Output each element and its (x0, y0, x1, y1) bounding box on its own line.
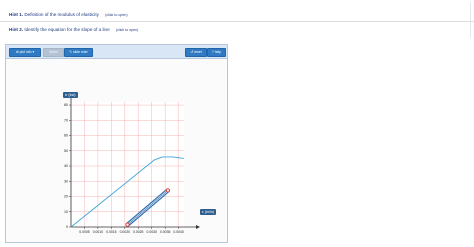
y-tick-label: 40 (64, 164, 68, 168)
y-tick-label: 0 (66, 225, 68, 229)
ruler-start-handle (125, 222, 130, 227)
y-tick-label: 10 (64, 210, 68, 214)
hints-section: Hint 1. Definition of the modulus of ela… (0, 0, 474, 40)
graph-area[interactable]: 0.0005 0.0010 0.0015 0.0020 0.0025 0.0030 0.00… (6, 59, 227, 242)
delete-button[interactable]: delete (43, 48, 64, 57)
y-axis-label: σ (ksi) (63, 92, 78, 98)
plus-icon: ⊕ (15, 50, 19, 54)
y-tick-label: 50 (64, 149, 68, 153)
hint-divider (0, 21, 474, 22)
ruler-end-handle (165, 188, 170, 193)
y-tick-label: 80 (64, 103, 68, 107)
hint-2-text[interactable]: Identify the equation for the slope of a… (24, 27, 109, 32)
plot-background (71, 102, 184, 227)
y-tick-label: 70 (64, 118, 68, 122)
x-tick-label: 0.0005 (79, 230, 89, 234)
hint-2[interactable]: Hint 2. Identify the equation for the sl… (9, 27, 138, 32)
x-tick-label: 0.0030 (147, 230, 157, 234)
slide-ruler-button[interactable]: ✎ slide ruler (64, 48, 93, 57)
x-tick-label: 0.0025 (133, 230, 143, 234)
x-tick-label: 0.0040 (173, 230, 183, 234)
graph-toolbar: ⊕ plot info ▾ delete ✎ slide ruler ↺ res… (6, 45, 227, 59)
y-tick-label: 60 (64, 134, 68, 138)
help-label: help (214, 50, 222, 54)
grid (71, 102, 184, 227)
slide-ruler-label: slide ruler (73, 50, 88, 54)
x-tick-label: 0.0015 (106, 230, 116, 234)
x-tick-label: 0.0020 (120, 230, 130, 234)
x-tick-label: 0.0035 (160, 230, 170, 234)
delete-label: delete (48, 50, 59, 54)
x-tick-label: 0.0010 (93, 230, 103, 234)
y-tick-label: 20 (64, 195, 68, 199)
help-button[interactable]: ? help (207, 48, 226, 57)
plot-info-button[interactable]: ⊕ plot info ▾ (9, 48, 41, 57)
reset-icon: ↺ (190, 50, 194, 54)
x-axis-label: ε (in/in) (200, 209, 217, 215)
hint-1-number: Hint 1. (9, 12, 24, 17)
hint-2-open-link[interactable]: (click to open) (116, 28, 138, 32)
hint-1-open-link[interactable]: (click to open) (105, 13, 127, 17)
reset-button[interactable]: ↺ reset (185, 48, 207, 57)
hint-1-text[interactable]: Definition of the modulus of elasticity (24, 12, 99, 17)
chevron-down-icon: ▾ (32, 50, 35, 54)
y-tick-label: 30 (64, 179, 68, 183)
graph-tool-panel: ⊕ plot info ▾ delete ✎ slide ruler ↺ res… (5, 44, 228, 243)
x-axis-arrow (196, 225, 200, 229)
hint-1[interactable]: Hint 1. Definition of the modulus of ela… (9, 12, 128, 17)
stress-strain-graph[interactable]: 0.0005 0.0010 0.0015 0.0020 0.0025 0.0030 0.00… (6, 59, 227, 242)
hint-2-number: Hint 2. (9, 27, 24, 32)
pencil-icon: ✎ (69, 50, 73, 54)
right-rule (470, 2, 471, 38)
plot-info-label: plot info (19, 50, 32, 54)
reset-label: reset (194, 50, 202, 54)
help-icon: ? (211, 50, 214, 54)
